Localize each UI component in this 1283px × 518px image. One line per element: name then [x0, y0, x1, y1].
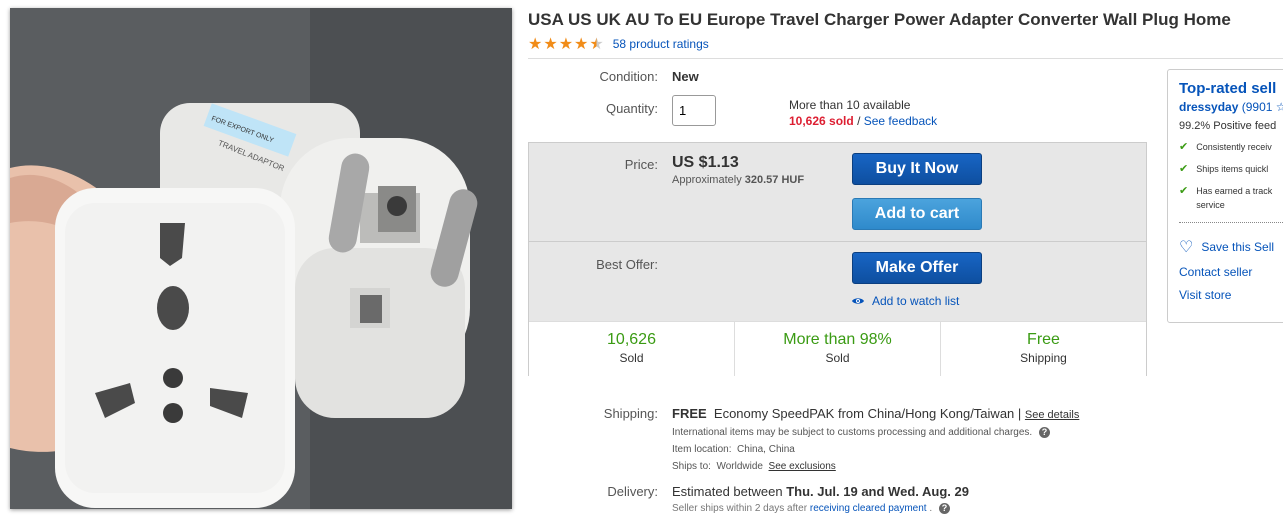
star-half-icon: ★ [589, 34, 604, 53]
quantity-input[interactable] [672, 95, 716, 126]
visit-store-link[interactable]: Visit store [1179, 288, 1283, 302]
seller-feature: ✔ Consistently receiv [1179, 140, 1283, 154]
stat-caption: Sold [619, 351, 644, 365]
check-icon: ✔ [1179, 184, 1189, 197]
stat-value: 10,626 [607, 331, 656, 348]
star-icon: ★ [528, 34, 543, 53]
contact-seller-link[interactable]: Contact seller [1179, 265, 1283, 279]
stat-caption: Sold [825, 351, 850, 365]
price-box: Price: US $1.13 Approximately 320.57 HUF… [528, 142, 1147, 376]
stat-sold-percent: More than 98% Sold [735, 322, 941, 376]
star-icon: ★ [574, 34, 589, 53]
eye-icon [852, 298, 864, 304]
delivery-note-prefix: Seller ships within 2 days after [672, 503, 808, 515]
sold-count[interactable]: 10,626 sold [789, 114, 854, 128]
quantity-label: Quantity: [605, 101, 658, 116]
ships-to: Ships to: Worldwide See exclusions [672, 461, 836, 472]
stat-value: Free [1027, 331, 1060, 348]
stat-free-shipping: Free Shipping [941, 322, 1146, 376]
delivery-note-suffix: . [929, 503, 933, 515]
availability: More than 10 available 10,626 sold / See… [789, 97, 937, 129]
help-icon[interactable]: ? [938, 503, 950, 514]
check-icon: ✔ [1179, 162, 1189, 175]
item-location: Item location: China, China [672, 444, 795, 455]
location-label: Item location: [672, 444, 732, 455]
feature-text: Consistently receiv [1196, 142, 1272, 152]
seller-heading: Top-rated sell [1179, 80, 1277, 97]
seller-positive-feedback: 99.2% Positive feed [1179, 120, 1277, 132]
see-exclusions-link[interactable]: See exclusions [769, 461, 836, 472]
shipping-info: FREE Economy SpeedPAK from China/Hong Ko… [672, 406, 1079, 421]
availability-separator: / [857, 114, 861, 128]
price-divider [529, 241, 1146, 242]
make-offer-button[interactable]: Make Offer [852, 252, 982, 284]
delivery-label: Delivery: [607, 484, 658, 499]
available-text: More than 10 available [789, 98, 911, 112]
cleared-payment-link[interactable]: receiving cleared payment [810, 503, 927, 514]
buy-it-now-button[interactable]: Buy It Now [852, 153, 982, 185]
seller-feature: ✔ Has earned a track service [1179, 184, 1283, 212]
customs-text: International items may be subject to cu… [672, 427, 1033, 439]
stat-sold-count: 10,626 Sold [529, 322, 735, 376]
check-icon: ✔ [1179, 140, 1189, 153]
see-details-link[interactable]: See details [1025, 409, 1079, 421]
ships-to-label: Ships to: [672, 461, 711, 472]
location-value: China, China [737, 444, 795, 455]
delivery-prefix: Estimated between [672, 484, 783, 499]
seller-feature: ✔ Ships items quickl [1179, 162, 1283, 176]
condition-label: Condition: [599, 69, 658, 84]
customs-note: International items may be subject to cu… [672, 427, 1050, 438]
shipping-label: Shipping: [603, 406, 658, 421]
divider [528, 58, 1283, 59]
travel-adapter-photo: FOR EXPORT ONLY TRAVEL ADAPTOR [10, 8, 512, 509]
condition-value: New [672, 69, 699, 84]
best-offer-label: Best Offer: [596, 257, 658, 272]
ships-to-value: Worldwide [716, 461, 763, 472]
feature-text: Has earned a track [1196, 186, 1273, 196]
price-value: US $1.13 [672, 154, 739, 171]
product-image[interactable]: FOR EXPORT ONLY TRAVEL ADAPTOR [10, 8, 512, 509]
star-icon: ★ [558, 34, 574, 53]
seller-name-row[interactable]: dressyday (9901 ☆ [1179, 100, 1283, 114]
delivery-note: Seller ships within 2 days after receivi… [672, 503, 950, 514]
add-to-cart-button[interactable]: Add to cart [852, 198, 982, 230]
seller-panel: Top-rated sell dressyday (9901 ☆ 99.2% P… [1167, 69, 1283, 323]
ratings-count-link[interactable]: 58 product ratings [613, 37, 709, 51]
heart-icon: ♡ [1179, 237, 1194, 256]
save-seller-link[interactable]: ♡ Save this Sell [1179, 237, 1283, 256]
delivery-range: Thu. Jul. 19 and Wed. Aug. 29 [786, 484, 969, 499]
approx-value: 320.57 HUF [744, 174, 805, 186]
approx-prefix: Approximately [672, 174, 742, 186]
feature-text-cont: service [1196, 200, 1225, 210]
star-icon: ★ [543, 34, 558, 53]
delivery-estimate: Estimated between Thu. Jul. 19 and Wed. … [672, 484, 969, 499]
rating-stars: ★ ★ ★ ★ ★ [528, 36, 605, 52]
shipping-free: FREE [672, 406, 707, 421]
seller-score[interactable]: (9901 ☆ [1242, 100, 1283, 114]
stats-bar: 10,626 Sold More than 98% Sold Free Ship… [529, 321, 1146, 376]
see-feedback-link[interactable]: See feedback [864, 114, 937, 128]
price-label: Price: [624, 157, 658, 172]
help-icon[interactable]: ? [1038, 427, 1050, 438]
save-seller-label: Save this Sell [1201, 239, 1275, 254]
stat-value: More than 98% [783, 331, 892, 348]
seller-divider [1179, 222, 1283, 223]
add-to-watchlist-link[interactable]: Add to watch list [852, 294, 959, 308]
stat-caption: Shipping [1020, 351, 1067, 365]
watch-label: Add to watch list [872, 294, 960, 308]
seller-name[interactable]: dressyday [1179, 100, 1238, 114]
product-rating[interactable]: ★ ★ ★ ★ ★ 58 product ratings [528, 36, 709, 52]
feature-text: Ships items quickl [1196, 164, 1269, 174]
approx-price: Approximately 320.57 HUF [672, 174, 804, 186]
product-title: USA US UK AU To EU Europe Travel Charger… [528, 10, 1231, 29]
shipping-method: Economy SpeedPAK from China/Hong Kong/Ta… [713, 406, 1022, 421]
